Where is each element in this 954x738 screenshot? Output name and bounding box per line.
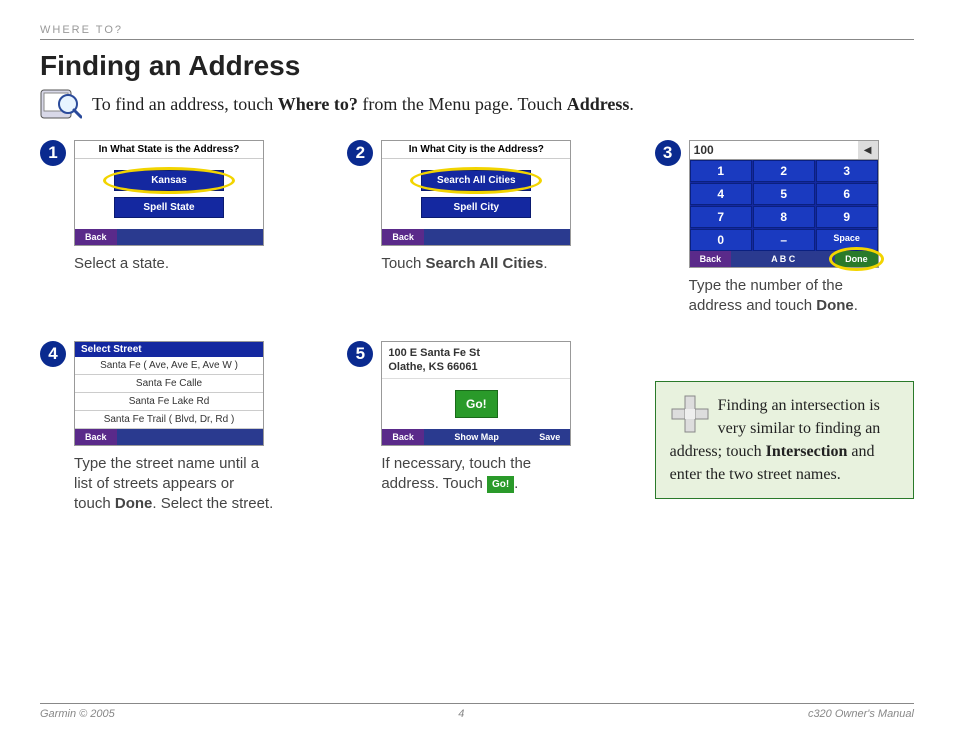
device-screen-4: Select Street Santa Fe ( Ave, Ave E, Ave… [74,341,264,446]
intro-text: To find an address, touch Where to? from… [92,94,634,115]
back-button[interactable]: Back [382,229,424,245]
back-button[interactable]: Back [690,251,732,267]
key-3[interactable]: 3 [816,160,878,182]
footer-left: Garmin © 2005 [40,708,115,720]
go-inline-icon: Go! [487,476,514,494]
step-1-caption: Select a state. [74,254,274,274]
key-8[interactable]: 8 [753,206,815,228]
step-1: 1 In What State is the Address? Kansas S… [40,140,299,317]
cap-bold: Done [115,495,153,512]
back-button[interactable]: Back [75,229,117,245]
save-button[interactable]: Save [529,429,570,445]
key-9[interactable]: 9 [816,206,878,228]
key-5[interactable]: 5 [753,183,815,205]
key-6[interactable]: 6 [816,183,878,205]
tip-bold: Intersection [766,443,848,460]
header-section-tag: Where To? [40,24,914,39]
step-5-caption: If necessary, touch the address. Touch G… [381,454,581,495]
device-title: In What State is the Address? [75,141,263,159]
device-screen-3: 100 ◀ 1 2 3 4 5 6 7 8 9 0 – Space [689,140,879,268]
magnifier-device-icon [40,86,82,122]
step-3: 3 100 ◀ 1 2 3 4 5 6 7 8 9 0 – [655,140,914,317]
key-4[interactable]: 4 [690,183,752,205]
footer-right: c320 Owner's Manual [808,708,914,720]
cap-text: . Select the street. [152,495,273,512]
tip-cell: Finding an intersection is very similar … [655,341,914,515]
footer-spacer [117,429,263,445]
intro-bold-whereto: Where to? [278,94,358,114]
key-1[interactable]: 1 [690,160,752,182]
cap-bold: Search All Cities [426,255,544,272]
device-screen-5: 100 E Santa Fe St Olathe, KS 66061 Go! B… [381,341,571,447]
done-button[interactable]: Done [835,251,878,267]
step-4: 4 Select Street Santa Fe ( Ave, Ave E, A… [40,341,299,515]
step-2: 2 In What City is the Address? Search Al… [347,140,606,317]
street-option[interactable]: Santa Fe ( Ave, Ave E, Ave W ) [75,357,263,375]
footer-spacer [424,229,570,245]
step-2-caption: Touch Search All Cities. [381,254,581,274]
key-0[interactable]: 0 [690,229,752,251]
step-badge-2: 2 [347,140,373,166]
tip-box: Finding an intersection is very similar … [655,381,914,500]
device-screen-1: In What State is the Address? Kansas Spe… [74,140,264,246]
step-badge-5: 5 [347,341,373,367]
list-header: Select Street [75,342,263,357]
device-title: In What City is the Address? [382,141,570,159]
cap-text: . [543,255,547,272]
step-badge-4: 4 [40,341,66,367]
back-button[interactable]: Back [75,429,117,445]
footer-page-number: 4 [458,708,464,720]
result-address: 100 E Santa Fe St Olathe, KS 66061 [382,342,570,380]
steps-grid: 1 In What State is the Address? Kansas S… [40,140,914,514]
device-screen-2: In What City is the Address? Search All … [381,140,571,246]
spell-state-button[interactable]: Spell State [114,197,224,218]
show-map-button[interactable]: Show Map [424,429,529,445]
header-rule [40,39,914,40]
intersection-icon [670,394,710,434]
street-option[interactable]: Santa Fe Lake Rd [75,393,263,411]
cap-text: Touch [381,255,425,272]
cap-text: . [854,297,858,314]
step-5: 5 100 E Santa Fe St Olathe, KS 66061 Go!… [347,341,606,515]
abc-button[interactable]: A B C [731,251,835,267]
go-button[interactable]: Go! [455,390,498,418]
cap-bold: Done [816,297,854,314]
numeric-keypad: 1 2 3 4 5 6 7 8 9 0 – Space [690,160,878,251]
page-footer: Garmin © 2005 4 c320 Owner's Manual [40,703,914,720]
backspace-icon[interactable]: ◀ [858,141,878,159]
intro-bold-address: Address [567,94,630,114]
intro-suffix: . [629,94,634,114]
key-7[interactable]: 7 [690,206,752,228]
step-4-caption: Type the street name until a list of str… [74,454,274,515]
back-button[interactable]: Back [382,429,424,445]
addr-line: Olathe, KS 66061 [388,361,477,373]
key-2[interactable]: 2 [753,160,815,182]
intro-prefix: To find an address, touch [92,94,278,114]
step-3-caption: Type the number of the address and touch… [689,276,889,317]
footer-spacer [117,229,263,245]
state-option-button[interactable]: Kansas [114,170,224,191]
spell-city-button[interactable]: Spell City [421,197,531,218]
intro-mid: from the Menu page. Touch [358,94,567,114]
step-badge-3: 3 [655,140,681,166]
page-title: Finding an Address [40,50,914,82]
street-option[interactable]: Santa Fe Calle [75,375,263,393]
number-input[interactable]: 100 [690,141,858,159]
search-all-cities-button[interactable]: Search All Cities [421,170,531,191]
key-dash[interactable]: – [753,229,815,251]
intro-row: To find an address, touch Where to? from… [40,86,914,122]
street-option[interactable]: Santa Fe Trail ( Blvd, Dr, Rd ) [75,411,263,429]
cap-text: . [514,475,518,492]
addr-line: 100 E Santa Fe St [388,347,480,359]
step-badge-1: 1 [40,140,66,166]
